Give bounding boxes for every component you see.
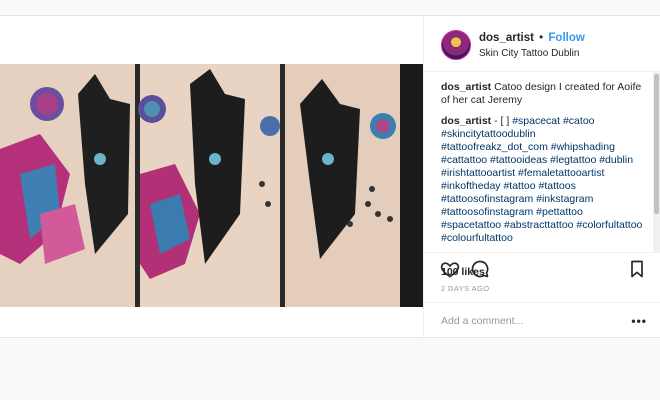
- scrollbar-thumb[interactable]: [654, 74, 659, 214]
- separator-dot: •: [539, 32, 544, 44]
- comments-list[interactable]: dos_artist Catoo design I created for Ao…: [424, 72, 654, 252]
- divider: [0, 337, 660, 338]
- post-date: 2 DAYS AGO: [441, 284, 490, 293]
- comment-username[interactable]: dos_artist: [441, 81, 491, 93]
- follow-button[interactable]: Follow: [548, 32, 584, 44]
- comment-text: - [ ]: [491, 115, 513, 127]
- comment-username[interactable]: dos_artist: [441, 115, 491, 127]
- likes-count[interactable]: 100 likes: [441, 266, 485, 278]
- add-comment-bar: •••: [424, 302, 660, 337]
- post-photo[interactable]: [0, 64, 423, 307]
- header-line: dos_artist • Follow: [479, 32, 585, 44]
- tattoo-photo-illustration: [0, 64, 423, 307]
- more-options-icon[interactable]: •••: [631, 314, 647, 328]
- bookmark-icon[interactable]: [627, 259, 647, 279]
- page: dos_artist • Follow Skin City Tattoo Dub…: [0, 0, 660, 400]
- hashtag-links[interactable]: #spacecat #catoo #skincitytattoodublin #…: [441, 115, 642, 244]
- hashtag-comment: dos_artist - [ ] #spacecat #catoo #skinc…: [441, 115, 644, 245]
- location-link[interactable]: Skin City Tattoo Dublin: [479, 48, 579, 59]
- post-header: dos_artist • Follow Skin City Tattoo Dub…: [424, 16, 660, 72]
- caption-comment: dos_artist Catoo design I created for Ao…: [441, 81, 644, 107]
- author-username[interactable]: dos_artist: [479, 32, 534, 44]
- post-sidebar: dos_artist • Follow Skin City Tattoo Dub…: [423, 16, 660, 337]
- avatar[interactable]: [441, 30, 471, 60]
- comments-scrollbar[interactable]: [653, 72, 660, 252]
- comment-input[interactable]: [441, 313, 611, 329]
- post-card: dos_artist • Follow Skin City Tattoo Dub…: [0, 16, 660, 337]
